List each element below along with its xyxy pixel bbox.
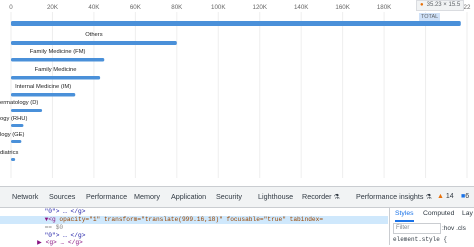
tab-memory[interactable]: Memory bbox=[134, 187, 160, 207]
bar-label: diatrics bbox=[0, 150, 18, 156]
total-label-chip: TOTAL bbox=[419, 13, 441, 21]
x-tick-label: 160K bbox=[335, 4, 350, 11]
tab-layout[interactable]: Lay bbox=[462, 208, 473, 220]
dom-node-line[interactable]: ▶ <g> … </g> bbox=[0, 239, 388, 247]
x-tick-label: 0 bbox=[9, 4, 13, 11]
dom-node-line-selected[interactable]: ▼<g opacity="1" transform="translate(999… bbox=[0, 216, 388, 224]
bar bbox=[11, 58, 105, 62]
tab-lighthouse[interactable]: Lighthouse bbox=[258, 187, 293, 207]
styles-filter-input[interactable]: Filter bbox=[393, 223, 441, 234]
tab-performance[interactable]: Performance bbox=[86, 187, 127, 207]
tab-sources[interactable]: Sources bbox=[49, 187, 75, 207]
bar bbox=[11, 93, 76, 97]
bar bbox=[11, 124, 24, 127]
x-tick-label: 80K bbox=[171, 4, 183, 11]
devtools-panel: Network Sources Performance Memory Appli… bbox=[0, 186, 474, 247]
tab-recorder[interactable]: Recorder ⚗ bbox=[302, 187, 340, 207]
bar bbox=[11, 76, 101, 80]
issues-badge[interactable]: ■6 bbox=[461, 187, 469, 207]
elements-tree: "0"> … </g> ▼<g opacity="1" transform="t… bbox=[0, 208, 388, 247]
bar bbox=[11, 109, 43, 112]
bar bbox=[11, 21, 461, 26]
bar-label: Family Medicine bbox=[35, 67, 77, 73]
tab-performance-insights[interactable]: Performance insights ⚗ bbox=[356, 187, 432, 207]
tab-network[interactable]: Network bbox=[12, 187, 38, 207]
bar-label: Family Medicine (FM) bbox=[30, 49, 86, 55]
dom-node-line[interactable]: "0"> … </g> bbox=[0, 208, 388, 216]
tab-computed[interactable]: Computed bbox=[423, 208, 454, 220]
warnings-count: 14 bbox=[445, 193, 454, 200]
hov-cls-toggle[interactable]: :hov .cls bbox=[442, 223, 466, 234]
bar-label: ogy (RHU) bbox=[0, 116, 27, 122]
pin-icon: ● bbox=[420, 2, 424, 8]
x-tick-label: 140K bbox=[294, 4, 309, 11]
bar-label: Others bbox=[85, 32, 102, 38]
measure-tooltip: ● 35.23 × 15.5 bbox=[416, 0, 465, 11]
x-tick-label: 20K bbox=[47, 4, 59, 11]
bar bbox=[11, 140, 22, 143]
x-tick-label: 40K bbox=[88, 4, 100, 11]
warning-icon: ▲ bbox=[437, 193, 444, 200]
bar-label: logy (GE) bbox=[0, 132, 25, 138]
bar bbox=[11, 158, 16, 161]
devtools-tabbar: Network Sources Performance Memory Appli… bbox=[0, 187, 474, 208]
bar-label: Internal Medicine (IM) bbox=[15, 84, 71, 90]
x-tick-label: 60K bbox=[130, 4, 142, 11]
tab-security[interactable]: Security bbox=[216, 187, 242, 207]
x-tick-label: 100K bbox=[211, 4, 226, 11]
issues-count: 6 bbox=[465, 193, 470, 200]
bar-label: ermatology (D) bbox=[0, 100, 38, 106]
dom-node-line[interactable]: == $0 bbox=[0, 224, 388, 232]
x-tick-label: 22 bbox=[464, 4, 471, 11]
bar bbox=[11, 41, 177, 45]
x-tick-label: 120K bbox=[253, 4, 268, 11]
x-tick-label: 180K bbox=[377, 4, 392, 11]
tab-application[interactable]: Application bbox=[171, 187, 206, 207]
warnings-badge[interactable]: ▲ 14 bbox=[437, 187, 454, 207]
tab-styles[interactable]: Styles bbox=[395, 208, 414, 222]
styles-pane: Styles Computed Lay Filter :hov .cls ele… bbox=[389, 208, 474, 245]
bar-chart: 020K40K60K80K100K120K140K160K180K200K22O… bbox=[0, 4, 471, 178]
tooltip-text: 35.23 × 15.5 bbox=[426, 2, 461, 8]
element-style-rule: element.style { bbox=[393, 236, 448, 243]
